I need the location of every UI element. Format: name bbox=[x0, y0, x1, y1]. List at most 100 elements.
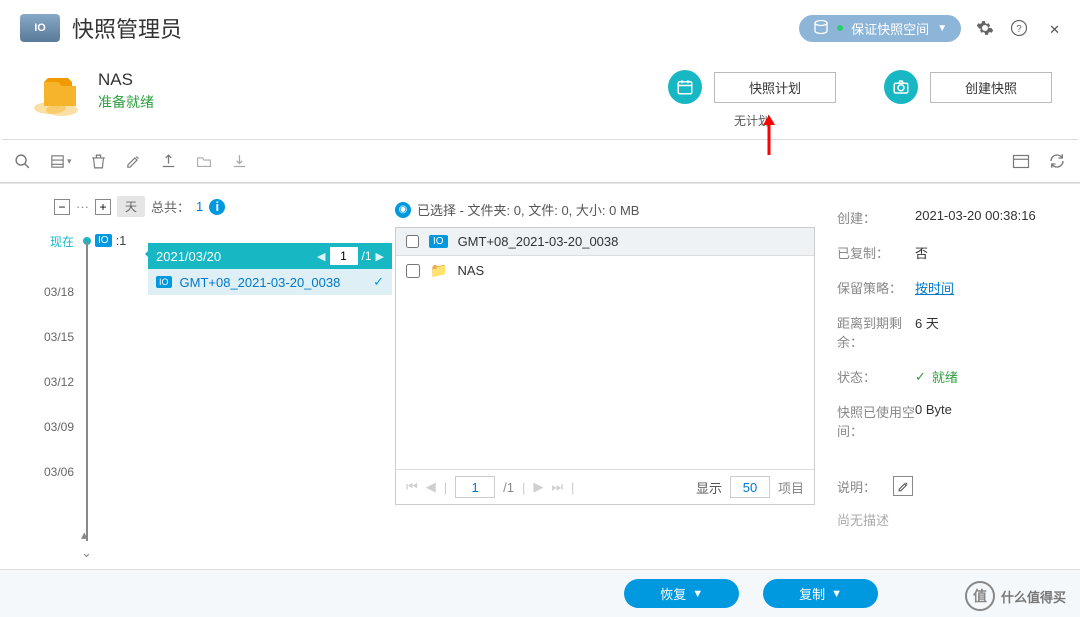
location-icon: ◉ bbox=[395, 202, 411, 218]
trash-icon bbox=[90, 153, 107, 170]
prev-page-icon[interactable]: ◀ bbox=[317, 250, 325, 263]
help-button[interactable]: ? bbox=[1009, 18, 1029, 38]
list-icon bbox=[49, 153, 66, 170]
expire-label: 距离到期剩余： bbox=[837, 313, 915, 351]
snapshot-date: 2021/03/20 bbox=[156, 249, 221, 264]
close-button[interactable]: ✕ bbox=[1049, 17, 1060, 40]
collapse-button[interactable]: − bbox=[54, 199, 70, 215]
close-icon: ✕ bbox=[1049, 22, 1060, 37]
snapshot-card-header[interactable]: 2021/03/20 ◀ /1 ▶ bbox=[148, 243, 392, 269]
select-all-checkbox[interactable] bbox=[406, 235, 419, 248]
timeline-axis bbox=[86, 241, 88, 541]
search-button[interactable] bbox=[14, 153, 31, 170]
expand-button[interactable]: + bbox=[95, 199, 111, 215]
delete-button[interactable] bbox=[90, 153, 107, 170]
snapshot-item-name: GMT+08_2021-03-20_0038 bbox=[180, 275, 341, 290]
refresh-icon bbox=[1048, 152, 1066, 170]
next-page-icon[interactable]: ▶ bbox=[376, 250, 384, 263]
folder-icon: 📁 bbox=[430, 262, 447, 279]
status-label: 状态： bbox=[837, 367, 915, 386]
timeline-tick: 03/09 bbox=[44, 420, 74, 434]
file-browser-title: GMT+08_2021-03-20_0038 bbox=[458, 234, 619, 249]
total-label: 总共： bbox=[151, 197, 190, 216]
used-value: 0 Byte bbox=[915, 402, 1056, 440]
view-mode-button[interactable]: ▾ bbox=[49, 153, 72, 170]
restore-button[interactable]: 恢复▼ bbox=[624, 579, 739, 608]
check-icon: ✓ bbox=[373, 274, 384, 290]
snapshot-card: 2021/03/20 ◀ /1 ▶ IO GMT+08_2021-03-20_0… bbox=[148, 243, 392, 295]
create-icon-button[interactable] bbox=[884, 70, 918, 104]
create-snapshot-button[interactable]: 创建快照 bbox=[930, 72, 1052, 103]
status-value: ✓就绪 bbox=[915, 367, 1056, 386]
resource-icon bbox=[28, 70, 84, 118]
prev-page-button[interactable]: ◀ bbox=[426, 479, 436, 495]
watermark: 值 什么值得买 bbox=[965, 581, 1066, 611]
window-icon bbox=[1012, 154, 1030, 169]
window-view-button[interactable] bbox=[1012, 154, 1030, 169]
guarantee-space-dropdown[interactable]: 保证快照空间 ▼ bbox=[799, 15, 961, 42]
created-value: 2021-03-20 00:38:16 bbox=[915, 208, 1056, 227]
upload-icon bbox=[160, 153, 177, 170]
page-input[interactable] bbox=[330, 247, 358, 265]
row-checkbox[interactable] bbox=[406, 264, 420, 278]
scroll-down-button[interactable]: ⌄ bbox=[81, 545, 92, 561]
pencil-icon bbox=[897, 480, 910, 493]
chevron-down-icon: ▼ bbox=[831, 588, 842, 600]
download-icon bbox=[231, 153, 248, 170]
snapshot-item[interactable]: IO GMT+08_2021-03-20_0038 ✓ bbox=[148, 269, 392, 295]
info-button[interactable]: i bbox=[209, 199, 225, 215]
edit-button[interactable] bbox=[125, 153, 142, 170]
day-scale-button[interactable]: 天 bbox=[117, 196, 145, 217]
space-pill-label: 保证快照空间 bbox=[851, 19, 929, 38]
info-icon: i bbox=[215, 199, 219, 214]
timeline-tick: 03/18 bbox=[44, 285, 74, 299]
camera-icon bbox=[892, 78, 910, 96]
used-label: 快照已使用空间： bbox=[837, 402, 915, 440]
open-folder-button[interactable] bbox=[195, 153, 213, 170]
no-description-text: 尚无描述 bbox=[837, 504, 1056, 535]
description-label: 说明： bbox=[837, 477, 893, 496]
timeline-marker[interactable]: IO :1 bbox=[83, 233, 126, 248]
resource-status: 准备就绪 bbox=[98, 92, 154, 112]
status-dot-icon bbox=[837, 25, 843, 31]
page-size-input[interactable] bbox=[730, 476, 770, 498]
timeline-tick: 03/15 bbox=[44, 330, 74, 344]
chevron-down-icon: ▼ bbox=[937, 23, 947, 34]
copy-button[interactable]: 复制▼ bbox=[763, 579, 878, 608]
page-input[interactable] bbox=[455, 476, 495, 498]
policy-value-link[interactable]: 按时间 bbox=[915, 278, 1056, 297]
snapshot-schedule-button[interactable]: 快照计划 bbox=[714, 72, 836, 103]
watermark-text: 什么值得买 bbox=[1001, 587, 1066, 606]
replicated-value: 否 bbox=[915, 243, 1056, 262]
timeline-tick: 03/06 bbox=[44, 465, 74, 479]
timeline-tick: 03/12 bbox=[44, 375, 74, 389]
schedule-icon-button[interactable] bbox=[668, 70, 702, 104]
help-icon: ? bbox=[1010, 19, 1028, 37]
items-label: 项目 bbox=[778, 478, 804, 497]
show-label: 显示 bbox=[696, 478, 722, 497]
file-browser-header[interactable]: IO GMT+08_2021-03-20_0038 bbox=[396, 228, 814, 256]
annotation-arrow-icon bbox=[760, 115, 778, 158]
search-icon bbox=[14, 153, 31, 170]
scroll-up-icon: ▴ bbox=[81, 527, 88, 543]
storage-icon bbox=[813, 19, 829, 38]
resource-name: NAS bbox=[98, 70, 154, 90]
file-row[interactable]: 📁 NAS bbox=[396, 256, 814, 285]
first-page-button[interactable]: ⏮ bbox=[406, 479, 418, 495]
created-label: 创建： bbox=[837, 208, 915, 227]
refresh-button[interactable] bbox=[1048, 152, 1066, 170]
settings-button[interactable] bbox=[975, 18, 995, 38]
app-title: 快照管理员 bbox=[72, 12, 182, 44]
export-button[interactable] bbox=[160, 153, 177, 170]
snapshot-tag-icon: IO bbox=[429, 235, 448, 248]
last-page-button[interactable]: ⏭ bbox=[551, 479, 563, 495]
total-count: 1 bbox=[196, 199, 203, 214]
file-name: NAS bbox=[457, 263, 484, 278]
marker-count: :1 bbox=[116, 233, 127, 248]
edit-description-button[interactable] bbox=[893, 476, 913, 496]
policy-label: 保留策略： bbox=[837, 278, 915, 297]
chevron-down-icon: ▾ bbox=[67, 156, 72, 167]
download-button[interactable] bbox=[231, 153, 248, 170]
next-page-button[interactable]: ▶ bbox=[533, 479, 543, 495]
chevron-down-icon: ▼ bbox=[692, 588, 703, 600]
